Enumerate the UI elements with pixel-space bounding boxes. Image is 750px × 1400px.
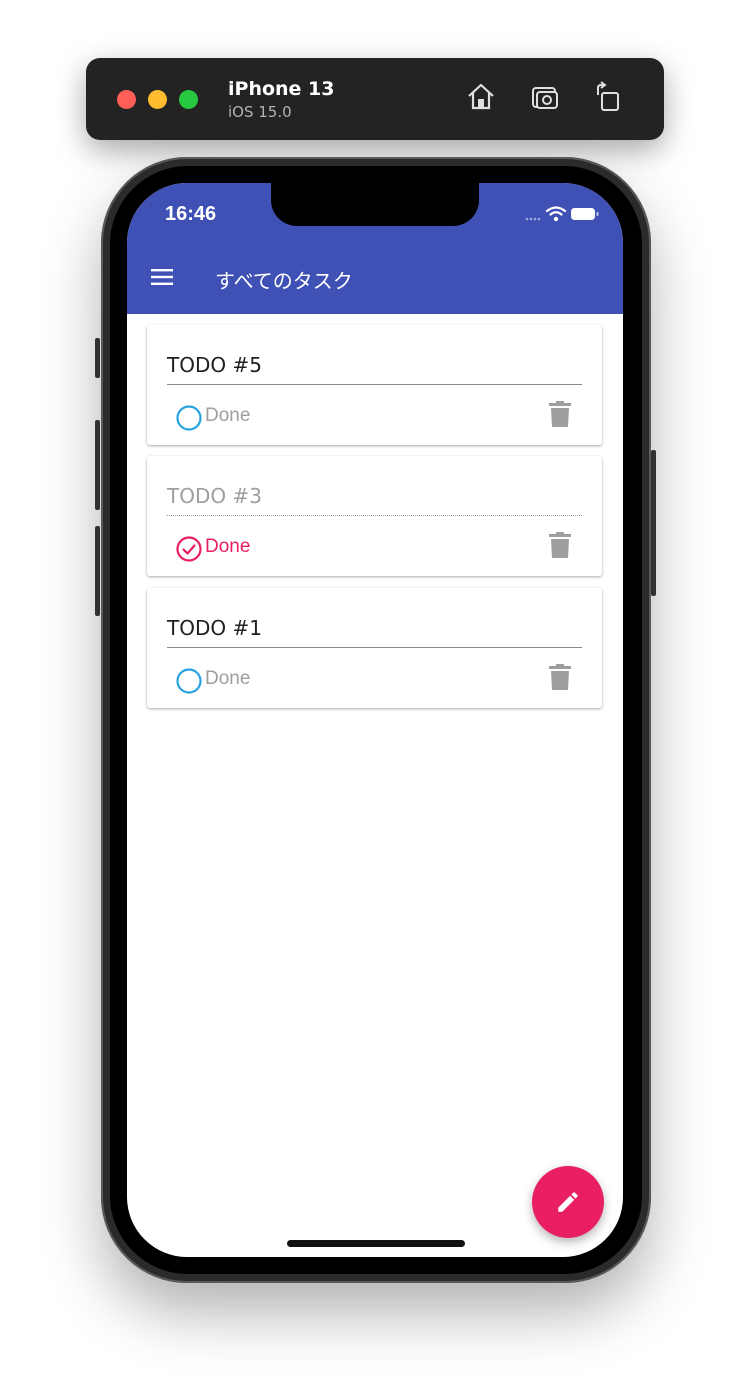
simulator-os-version: iOS 15.0 <box>228 103 292 121</box>
home-icon[interactable] <box>465 81 497 113</box>
add-task-button[interactable] <box>532 1166 604 1238</box>
notch <box>271 183 479 226</box>
circle-unchecked-icon[interactable] <box>175 667 203 695</box>
done-label[interactable]: Done <box>205 536 250 558</box>
task-title-input[interactable]: TODO #1 <box>167 616 262 640</box>
done-label[interactable]: Done <box>205 405 250 427</box>
task-title-input[interactable]: TODO #3 <box>167 484 262 508</box>
wifi-dot <box>553 216 559 222</box>
task-card: TODO #1 Done <box>147 588 602 708</box>
simulator-toolbar <box>86 58 664 140</box>
silent-switch <box>95 338 100 378</box>
rotate-icon[interactable] <box>592 81 624 113</box>
task-title-underline <box>167 384 582 385</box>
task-title-input[interactable]: TODO #5 <box>167 353 262 377</box>
menu-icon[interactable] <box>151 269 173 285</box>
trash-icon[interactable] <box>549 401 571 427</box>
wifi-icon <box>545 206 567 216</box>
task-card: TODO #5 Done <box>147 325 602 445</box>
zoom-window-button[interactable] <box>179 90 198 109</box>
app-bar: 16:46 すべてのタスク <box>127 183 623 314</box>
minimize-window-button[interactable] <box>148 90 167 109</box>
status-icons <box>525 206 599 222</box>
task-title-underline <box>167 515 582 516</box>
signal-icon <box>525 217 541 221</box>
phone-screen: 16:46 すべてのタスク TODO #5 Done TODO #3 Done … <box>127 183 623 1257</box>
status-time: 16:46 <box>165 203 217 225</box>
simulator-device-name: iPhone 13 <box>228 78 335 100</box>
done-label[interactable]: Done <box>205 668 250 690</box>
pencil-icon <box>558 1192 578 1212</box>
power-button <box>651 450 656 596</box>
battery-icon <box>571 208 599 220</box>
task-title-underline <box>167 647 582 648</box>
close-window-button[interactable] <box>117 90 136 109</box>
page-title: すべてのタスク <box>215 269 353 293</box>
home-indicator <box>287 1240 465 1247</box>
circle-unchecked-icon[interactable] <box>175 404 203 432</box>
screenshot-icon[interactable] <box>529 81 561 113</box>
trash-icon[interactable] <box>549 664 571 690</box>
task-card: TODO #3 Done <box>147 456 602 576</box>
volume-up-button <box>95 420 100 510</box>
volume-down-button <box>95 526 100 616</box>
trash-icon[interactable] <box>549 532 571 558</box>
check-circle-icon[interactable] <box>175 535 203 563</box>
